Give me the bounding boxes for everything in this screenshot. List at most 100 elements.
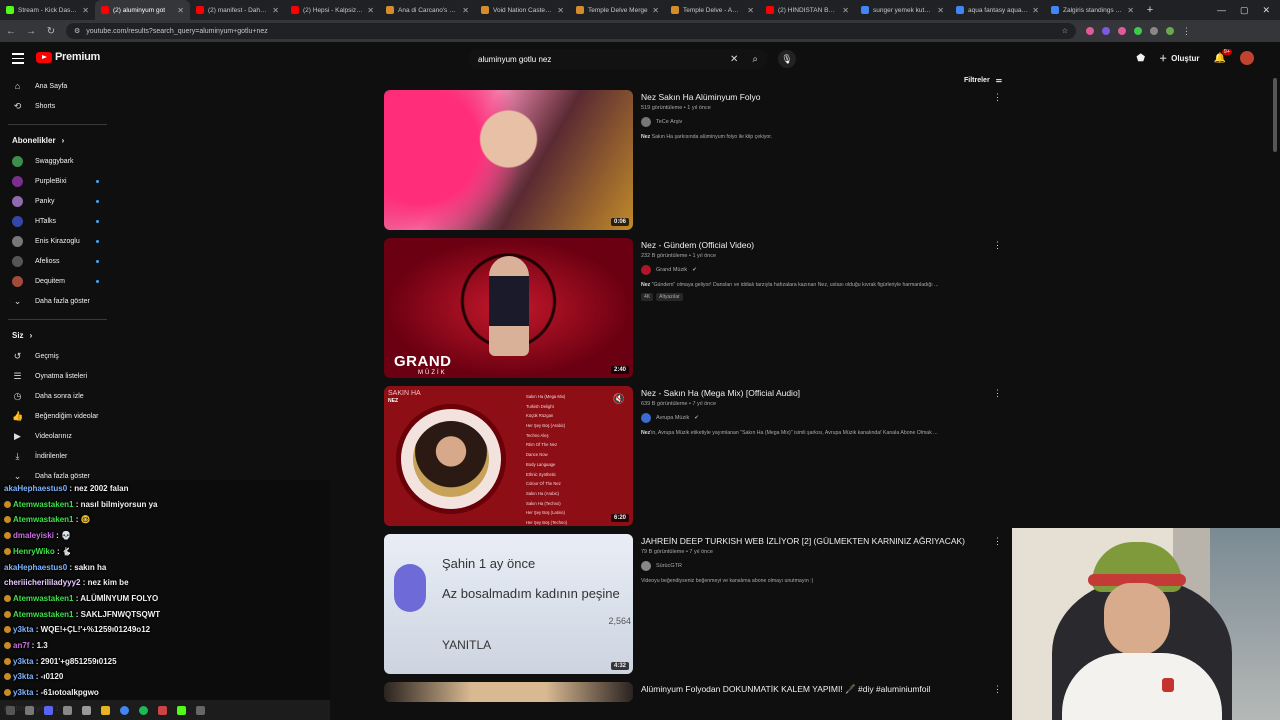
channel-name[interactable]: Grand Müzik — [656, 267, 687, 273]
close-tab-icon[interactable]: ✕ — [272, 6, 279, 15]
video-title[interactable]: JAHREİN DEEP TURKISH WEB İZLİYOR [2] (GÜ… — [641, 536, 991, 546]
taskbar-icon[interactable] — [6, 705, 15, 715]
forward-icon[interactable]: → — [26, 26, 36, 37]
minimize-icon[interactable]: — — [1217, 5, 1226, 16]
browser-tab[interactable]: (2) manifest - Daha iy ✕ — [190, 0, 285, 20]
more-options-icon[interactable]: ⋮ — [993, 536, 1002, 547]
browser-tab[interactable]: Void Nation Caster - A ✕ — [475, 0, 570, 20]
taskbar-icon[interactable] — [196, 705, 205, 715]
extension-icon[interactable] — [1102, 27, 1110, 35]
maximize-icon[interactable]: ▢ — [1240, 5, 1249, 16]
new-tab-icon[interactable]: + — [1140, 4, 1160, 16]
video-title[interactable]: Nez - Gündem (Official Video) — [641, 240, 991, 250]
sidebar-item-like[interactable]: 👍 Beğendiğim videolar — [0, 406, 115, 426]
taskbar-icon[interactable] — [82, 705, 91, 715]
back-icon[interactable]: ← — [6, 26, 16, 37]
voice-search-icon[interactable]: 🎙 — [778, 50, 796, 68]
spotify-icon[interactable] — [139, 705, 148, 715]
clear-search-icon[interactable]: ✕ — [730, 54, 738, 65]
close-tab-icon[interactable]: ✕ — [937, 6, 944, 15]
close-tab-icon[interactable]: ✕ — [842, 6, 849, 15]
muted-icon[interactable]: 🔇 — [613, 394, 625, 405]
channel-link[interactable]: TeCe Arşiv — [641, 117, 991, 127]
chrome-icon[interactable] — [120, 705, 129, 715]
close-tab-icon[interactable]: ✕ — [462, 6, 469, 15]
channel-name[interactable]: TeCe Arşiv — [656, 119, 682, 125]
chat-username[interactable]: y3kta — [13, 672, 33, 681]
search-input[interactable]: aluminyum gotlu nez — [478, 55, 730, 64]
browser-tab[interactable]: (2) aluminyum got ✕ — [95, 0, 190, 20]
folder-icon[interactable] — [101, 705, 110, 715]
extension-icon[interactable] — [1150, 27, 1158, 35]
browser-tab[interactable]: (2) HİNDİSTAN BÖLÜM ✕ — [760, 0, 855, 20]
chat-username[interactable]: y3kta — [13, 688, 33, 697]
channel-avatar[interactable] — [641, 413, 651, 423]
site-info-icon[interactable]: ⚙ — [74, 27, 80, 35]
browser-tab[interactable]: aqua fantasy aquapar ✕ — [950, 0, 1045, 20]
channel-link[interactable]: SürücGTR — [641, 561, 991, 571]
video-thumbnail[interactable]: GRAND MÜZİK 2:40 — [384, 238, 633, 378]
close-tab-icon[interactable]: ✕ — [1127, 6, 1134, 15]
sidebar-item-playlists[interactable]: ☰ Oynatma listeleri — [0, 366, 115, 386]
channel-name[interactable]: SürücGTR — [656, 563, 682, 569]
channel-avatar[interactable] — [641, 117, 651, 127]
sidebar-item-channel[interactable]: Dequitem — [0, 271, 115, 291]
discord-icon[interactable] — [44, 705, 53, 715]
video-thumbnail[interactable] — [384, 682, 633, 702]
search-icon[interactable]: ⌕ — [752, 54, 758, 65]
sidebar-item-channel[interactable]: PurpleBixi — [0, 171, 115, 191]
chat-username[interactable]: cheriiicherililadyyy2 — [4, 578, 81, 587]
close-tab-icon[interactable]: ✕ — [82, 6, 89, 15]
filters-button[interactable]: Filtreler ⚌ — [964, 76, 1002, 85]
video-thumbnail[interactable]: SAKIN HA NEZ Sakın Ha (Mega Mix) Turkish De… — [384, 386, 633, 526]
close-window-icon[interactable]: ✕ — [1262, 5, 1270, 16]
search-box[interactable]: aluminyum gotlu nez ✕ ⌕ — [468, 49, 768, 69]
create-button[interactable]: ＋ Oluştur — [1159, 53, 1199, 64]
more-options-icon[interactable]: ⋮ — [993, 92, 1002, 103]
browser-tab[interactable]: Stream - Kick Dashbo ✕ — [0, 0, 95, 20]
chat-username[interactable]: dmaleyiski — [13, 531, 54, 540]
chat-username[interactable]: akaHephaestus0 — [4, 484, 67, 493]
video-result[interactable]: SAKIN HA NEZ Sakın Ha (Mega Mix) Turkish De… — [384, 386, 1004, 526]
chat-username[interactable]: HenryWiko — [13, 547, 55, 556]
show-more-button[interactable]: ⌄ Daha fazla göster — [0, 291, 115, 311]
address-bar[interactable]: ⚙ youtube.com/results?search_query=alumi… — [66, 23, 1076, 39]
channel-avatar[interactable] — [641, 561, 651, 571]
close-tab-icon[interactable]: ✕ — [177, 6, 184, 15]
extension-icon[interactable] — [1086, 27, 1094, 35]
chat-username[interactable]: akaHephaestus0 — [4, 563, 67, 572]
browser-tab[interactable]: (2) Hepsi - Kalpsizsin ✕ — [285, 0, 380, 20]
more-options-icon[interactable]: ⋮ — [993, 388, 1002, 399]
you-heading[interactable]: Siz › — [0, 324, 115, 346]
reload-icon[interactable]: ↻ — [46, 26, 56, 37]
video-thumbnail[interactable]: 0:06 — [384, 90, 633, 230]
video-result[interactable]: Şahin 1 ay önce Az bosalmadım kadının peş… — [384, 534, 1004, 674]
chat-username[interactable]: an7f — [13, 641, 29, 650]
sidebar-item-watch-later[interactable]: ◷ Daha sonra izle — [0, 386, 115, 406]
video-title[interactable]: Nez Sakın Ha Alüminyum Folyo — [641, 92, 991, 102]
taskbar-icon[interactable] — [177, 705, 186, 715]
video-title[interactable]: Nez - Sakın Ha (Mega Mix) [Official Audi… — [641, 388, 991, 398]
browser-tab[interactable]: Temple Delve - AQW ✕ — [665, 0, 760, 20]
avatar[interactable] — [1240, 51, 1254, 65]
chat-username[interactable]: Atemwastaken1 — [13, 594, 73, 603]
extension-icon[interactable] — [1118, 27, 1126, 35]
video-thumbnail[interactable]: Şahin 1 ay önce Az bosalmadım kadının peş… — [384, 534, 633, 674]
browser-tab[interactable]: sunger yemek kutusu ✕ — [855, 0, 950, 20]
more-options-icon[interactable]: ⋮ — [993, 240, 1002, 251]
browser-menu-icon[interactable]: ⋮ — [1182, 26, 1191, 37]
notifications-button[interactable]: 🔔 9+ — [1214, 48, 1232, 64]
close-tab-icon[interactable]: ✕ — [747, 6, 754, 15]
browser-tab[interactable]: Ana di Carcano's Que ✕ — [380, 0, 475, 20]
chat-username[interactable]: y3kta — [13, 625, 33, 634]
channel-avatar[interactable] — [641, 265, 651, 275]
menu-icon[interactable] — [12, 53, 24, 67]
extension-icon[interactable] — [1134, 27, 1142, 35]
sidebar-item-your-videos[interactable]: ▶ Videolarınız — [0, 426, 115, 446]
video-title[interactable]: Alüminyum Folyodan DOKUNMATİK KALEM YAPI… — [641, 684, 991, 695]
sidebar-item-channel[interactable]: Afelioss — [0, 251, 115, 271]
taskbar-icon[interactable] — [25, 705, 34, 715]
video-result[interactable]: Alüminyum Folyodan DOKUNMATİK KALEM YAPI… — [384, 682, 1004, 702]
channel-name[interactable]: Avrupa Müzik — [656, 415, 689, 421]
close-tab-icon[interactable]: ✕ — [652, 6, 659, 15]
